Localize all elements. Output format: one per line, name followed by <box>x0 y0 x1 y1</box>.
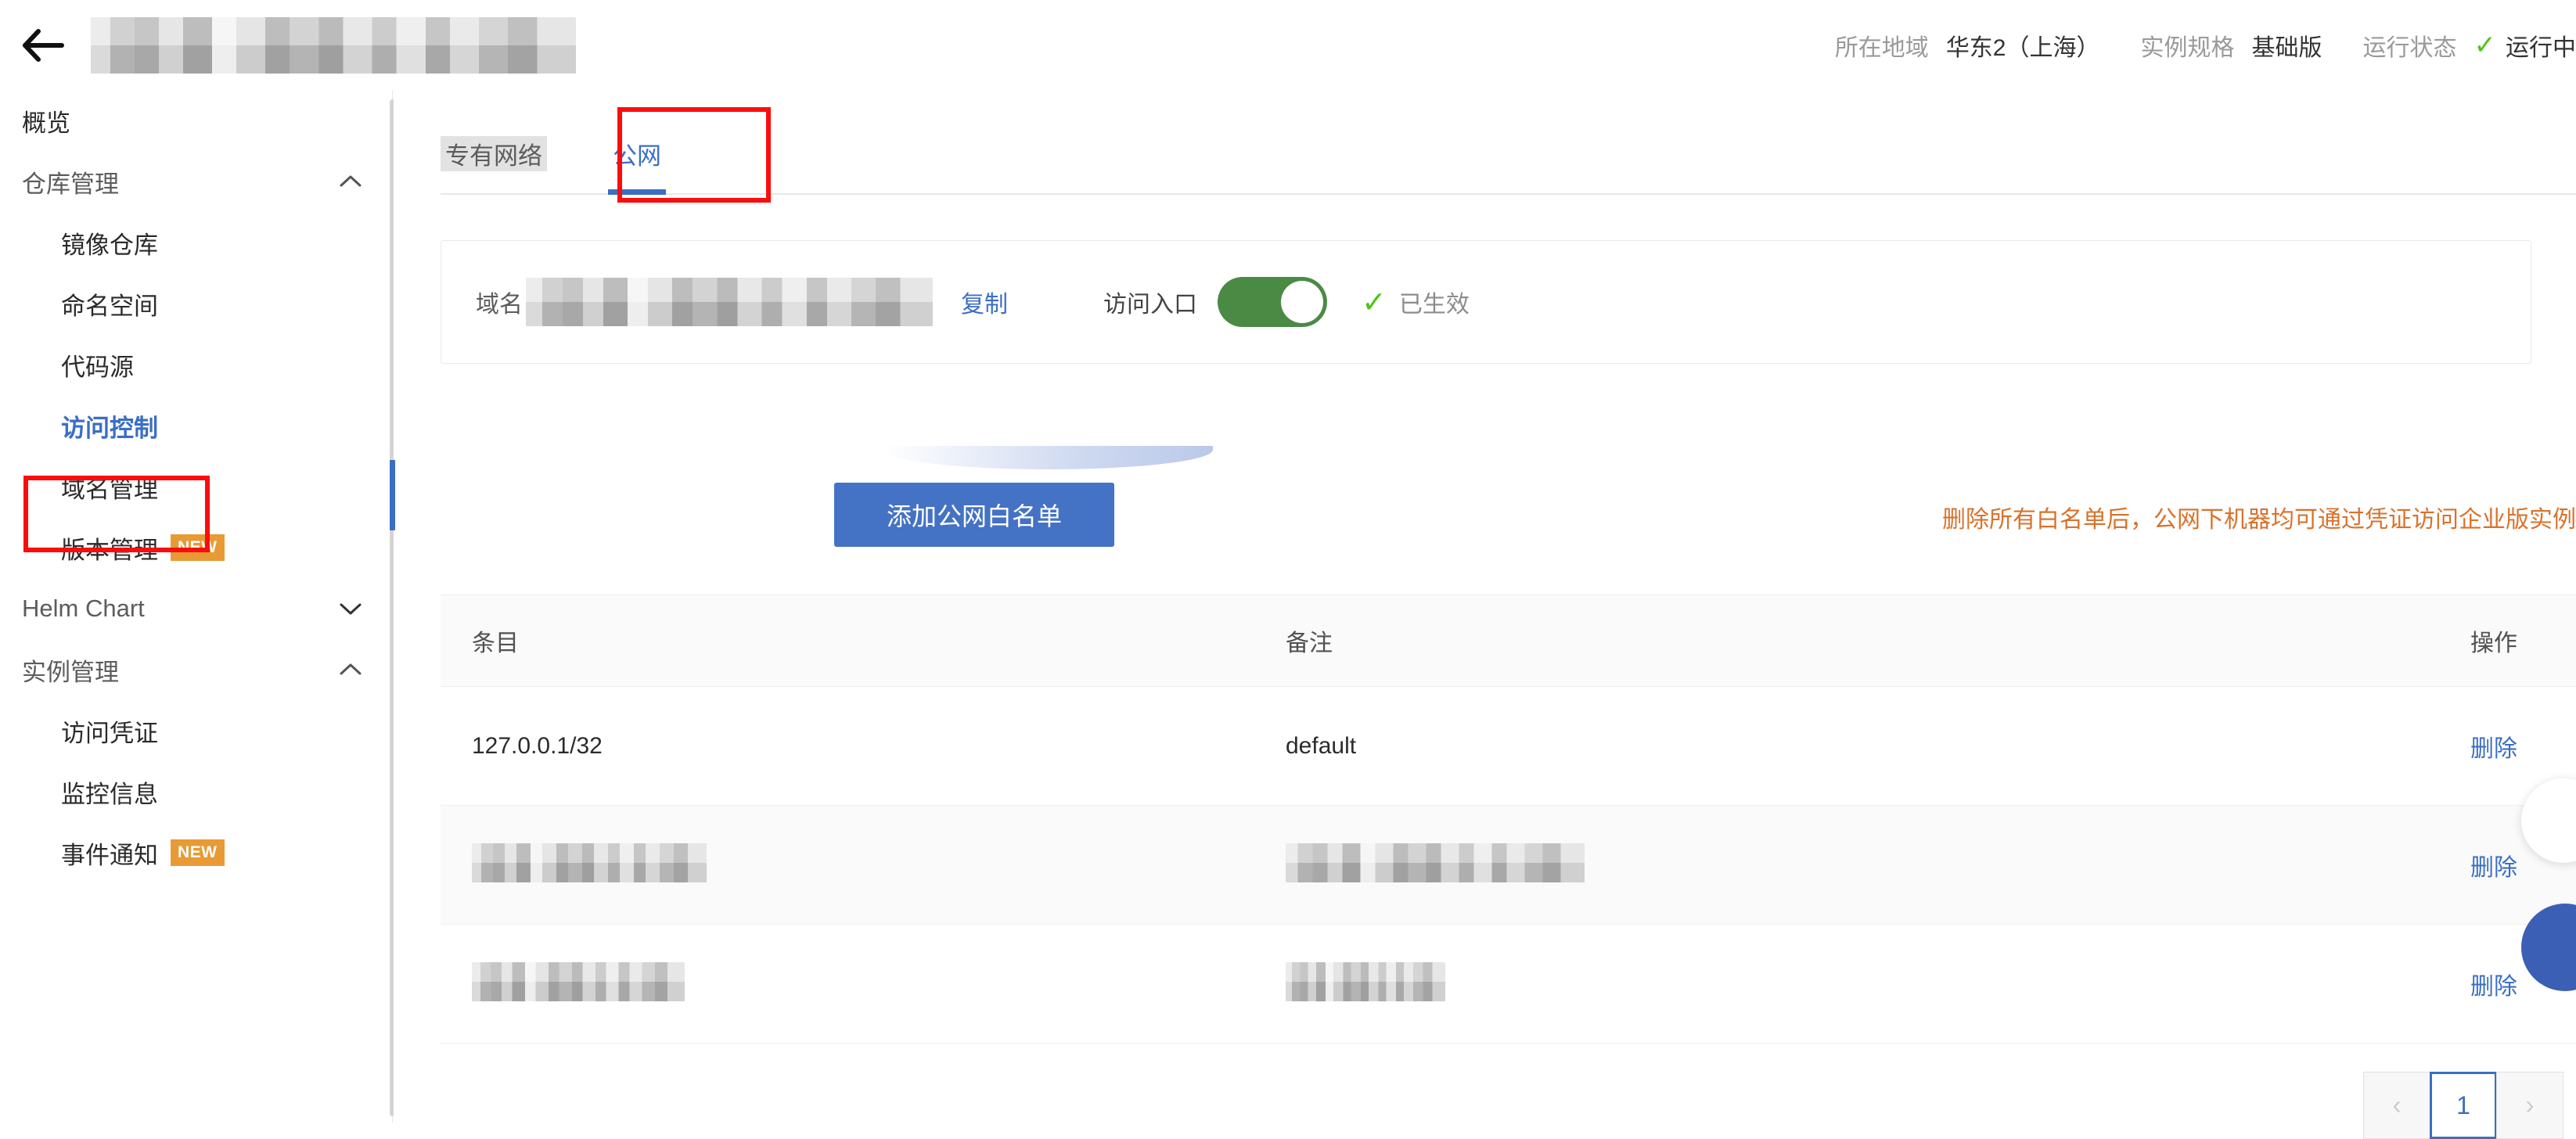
access-entry-label: 访问入口 <box>1103 285 1197 319</box>
table-row: 删除 <box>441 806 2576 925</box>
sidebar-group-helm-chart[interactable]: Helm Chart <box>0 578 392 639</box>
pagination-prev-button[interactable]: ‹ <box>2363 1072 2430 1139</box>
cell-entry-redacted <box>472 962 685 1001</box>
decorative-overlay <box>884 446 1213 469</box>
sidebar-group-label: 仓库管理 <box>22 164 337 199</box>
table-header-row: 条目 备注 操作 <box>441 595 2576 687</box>
cell-entry: 127.0.0.1/32 <box>441 733 1286 760</box>
header-meta-group: 所在地域 华东2（上海） 实例规格 基础版 运行状态 ✓ 运行中 <box>1835 0 2576 90</box>
sidebar-group-repository[interactable]: 仓库管理 <box>0 151 392 212</box>
cell-remark <box>1286 843 2295 886</box>
delete-button[interactable]: 删除 <box>2470 736 2517 762</box>
domain-info-card: 域名 复制 访问入口 ✓ 已生效 <box>441 240 2531 364</box>
chevron-up-icon <box>337 656 364 683</box>
access-entry-toggle[interactable] <box>1218 277 1327 327</box>
status-value: 运行中 <box>2506 28 2576 63</box>
sidebar-nav: 概览 仓库管理 镜像仓库 命名空间 代码源 访问控制 域名管理 版本管理 NEW… <box>0 90 393 1123</box>
cell-remark: default <box>1286 733 2295 760</box>
cell-entry <box>441 962 1286 1005</box>
status-label: 运行状态 <box>2363 28 2457 63</box>
new-badge: NEW <box>171 839 225 866</box>
region-label: 所在地域 <box>1835 28 1929 63</box>
add-public-whitelist-button[interactable]: 添加公网白名单 <box>834 483 1114 547</box>
sidebar-item-domain-management[interactable]: 域名管理 <box>0 456 392 517</box>
domain-value-redacted <box>526 278 933 326</box>
column-header-action: 操作 <box>2295 623 2547 658</box>
whitelist-warning-text: 删除所有白名单后，公网下机器均可通过凭证访问企业版实例 <box>1942 500 2576 534</box>
sidebar-item-monitoring[interactable]: 监控信息 <box>0 761 392 822</box>
toggle-knob <box>1281 281 1323 323</box>
sidebar-item-namespace[interactable]: 命名空间 <box>0 273 392 334</box>
sidebar-item-label: 访问凭证 <box>61 713 158 749</box>
sidebar-item-event-notification[interactable]: 事件通知 NEW <box>0 822 392 883</box>
cell-remark-redacted <box>1286 843 1585 882</box>
domain-label: 域名 <box>476 285 523 319</box>
tab-public-network[interactable]: 公网 <box>608 113 666 193</box>
spec-value: 基础版 <box>2252 28 2322 63</box>
sidebar-item-access-credential[interactable]: 访问凭证 <box>0 700 392 761</box>
delete-button[interactable]: 删除 <box>2470 855 2517 881</box>
tab-vpc[interactable]: 专有网络 <box>441 113 547 193</box>
instance-title-redacted <box>91 17 576 74</box>
sidebar-item-label: 访问控制 <box>61 408 158 444</box>
column-header-remark: 备注 <box>1286 623 2295 658</box>
header-meta-region: 所在地域 华东2（上海） <box>1835 28 2100 63</box>
sidebar-item-code-source[interactable]: 代码源 <box>0 334 392 395</box>
effective-status: ✓ 已生效 <box>1362 285 1470 320</box>
check-icon: ✓ <box>1362 285 1387 320</box>
back-arrow-icon[interactable] <box>17 20 69 71</box>
cell-action: 删除 <box>2295 729 2547 764</box>
cell-action: 删除 <box>2295 967 2547 1001</box>
sidebar-item-label: 事件通知 <box>61 835 158 871</box>
chevron-down-icon <box>337 595 364 622</box>
sidebar-item-label: 镜像仓库 <box>61 225 158 260</box>
copy-domain-button[interactable]: 复制 <box>961 285 1008 319</box>
main-content: 专有网络 公网 域名 复制 访问入口 ✓ 已生效 添加公网白名单 删除所有白名单… <box>394 90 2576 1123</box>
tab-label: 公网 <box>608 136 666 171</box>
sidebar-item-label: 概览 <box>22 103 70 138</box>
sidebar-item-overview[interactable]: 概览 <box>0 90 392 151</box>
new-badge: NEW <box>171 534 225 561</box>
table-row: 删除 <box>441 925 2576 1044</box>
pagination-page-1[interactable]: 1 <box>2430 1072 2497 1139</box>
sidebar-item-version-management[interactable]: 版本管理 NEW <box>0 517 392 578</box>
cell-remark <box>1286 962 2295 1005</box>
cell-entry <box>441 843 1286 886</box>
running-check-icon: ✓ <box>2474 30 2497 61</box>
tab-label: 专有网络 <box>441 136 547 171</box>
cell-remark-redacted <box>1286 962 1445 1001</box>
table-row: 127.0.0.1/32 default 删除 <box>441 687 2576 806</box>
sidebar-group-instance-management[interactable]: 实例管理 <box>0 639 392 700</box>
column-header-entry: 条目 <box>441 623 1286 658</box>
network-tabs: 专有网络 公网 <box>441 113 2576 195</box>
sidebar-item-label: 版本管理 <box>61 530 158 566</box>
header-meta-status: 运行状态 ✓ 运行中 <box>2363 28 2576 63</box>
sidebar-item-label: 命名空间 <box>61 286 158 322</box>
sidebar-item-label: 域名管理 <box>61 469 158 505</box>
cell-action: 删除 <box>2295 848 2547 882</box>
sidebar-active-indicator <box>390 460 395 530</box>
chevron-up-icon <box>337 168 364 195</box>
header-meta-spec: 实例规格 基础版 <box>2141 28 2322 63</box>
region-value: 华东2（上海） <box>1946 28 2100 63</box>
sidebar-item-label: 代码源 <box>61 347 134 383</box>
sidebar-item-access-control[interactable]: 访问控制 <box>0 395 392 456</box>
sidebar-group-label: 实例管理 <box>22 652 337 688</box>
cell-entry-redacted <box>472 843 707 882</box>
spec-label: 实例规格 <box>2141 28 2235 63</box>
pagination-next-button[interactable]: › <box>2496 1072 2563 1139</box>
pagination: ‹ 1 › <box>2364 1072 2563 1139</box>
sidebar-item-image-repository[interactable]: 镜像仓库 <box>0 212 392 273</box>
whitelist-table: 条目 备注 操作 127.0.0.1/32 default 删除 删除 <box>441 595 2576 1044</box>
effective-status-text: 已生效 <box>1399 285 1470 319</box>
sidebar-item-label: 监控信息 <box>61 774 158 810</box>
sidebar-group-label: Helm Chart <box>22 595 337 623</box>
delete-button[interactable]: 删除 <box>2470 974 2517 1000</box>
page-header: 所在地域 华东2（上海） 实例规格 基础版 运行状态 ✓ 运行中 <box>0 0 2576 90</box>
